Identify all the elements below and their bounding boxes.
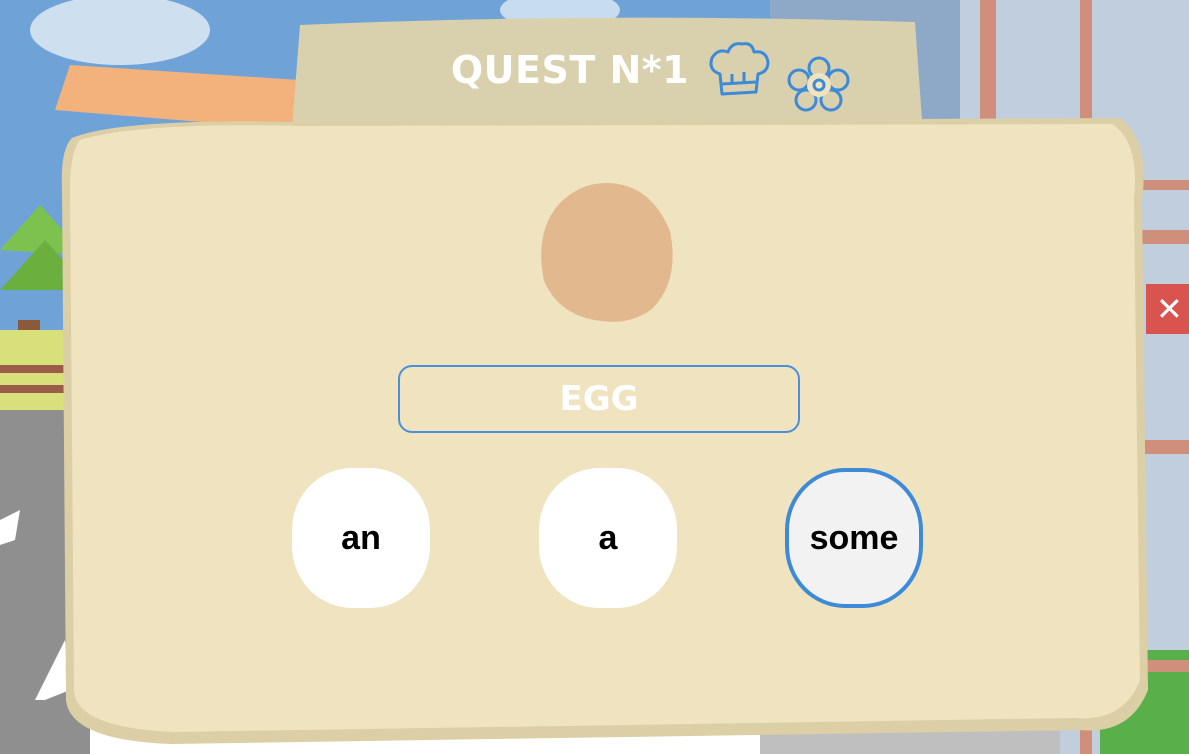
choice-label: a [598,518,618,557]
choice-label: some [809,518,899,557]
word-label: EGG [559,379,639,419]
choice-an-button[interactable]: an [292,468,430,608]
close-icon: ✕ [1156,290,1183,328]
close-button[interactable]: ✕ [1146,284,1189,334]
choice-label: an [341,518,381,557]
flower-icon [787,56,850,112]
word-answer-box: EGG [398,365,800,433]
chef-hat-icon [709,42,770,96]
choice-a-button[interactable]: a [539,468,677,608]
choice-some-button[interactable]: some [785,468,923,608]
quest-title: QUEST N*1 [450,48,690,92]
egg-icon [541,183,673,322]
